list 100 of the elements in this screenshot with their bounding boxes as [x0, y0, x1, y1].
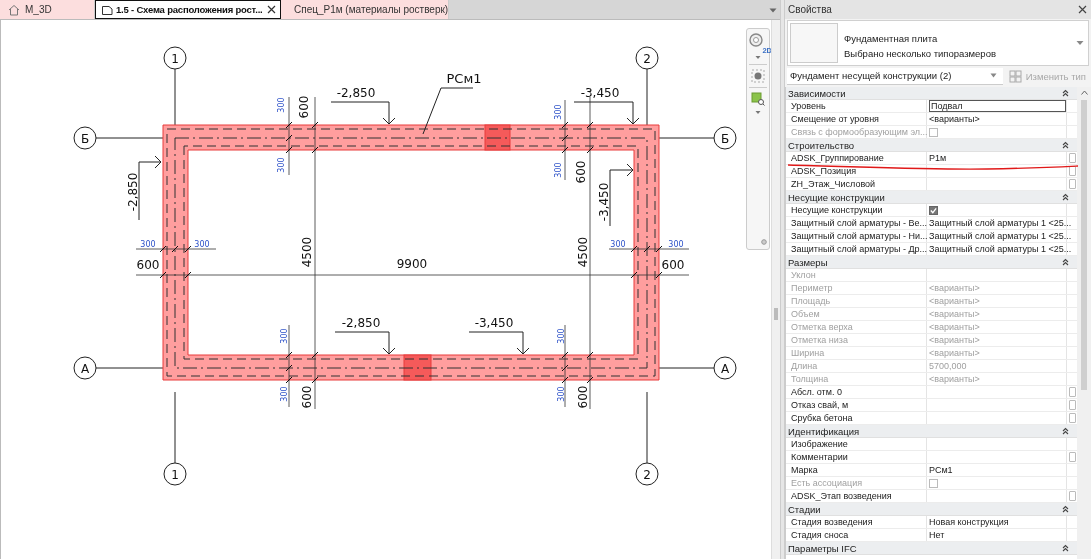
dimension-text: 300 — [279, 328, 289, 344]
dimension-text: 4500 — [576, 236, 590, 268]
category-header[interactable]: Несущие конструкции — [786, 191, 1077, 204]
level-mark-text: -2,850 — [336, 86, 376, 100]
edit-type-icon — [1008, 69, 1022, 83]
panel-title: Свойства — [788, 4, 832, 15]
tab-label: M_3D — [25, 4, 52, 15]
property-name: Несущие конструкции — [786, 204, 927, 216]
property-name: Есть ассоциация — [786, 477, 927, 489]
axis-bubble: 2 — [635, 46, 659, 70]
property-value[interactable]: <варианты> — [929, 113, 980, 125]
category-header[interactable]: Идентификация — [786, 425, 1077, 438]
category-title: Несущие конструкции — [788, 191, 885, 203]
dimension-text: 300 — [668, 239, 684, 249]
property-name: Защитный слой арматуры - Ве... — [786, 217, 927, 229]
property-value[interactable]: Р1м — [929, 152, 947, 164]
level-leader-line — [468, 331, 530, 355]
property-name: Уклон — [786, 269, 927, 281]
pan-icon — [751, 69, 765, 83]
property-name: Уровень — [786, 100, 927, 112]
vertical-scrollbar[interactable] — [771, 20, 780, 559]
tab-label: 1.5 - Схема расположения рост... — [116, 4, 263, 15]
property-name: Защитный слой арматуры - Др... — [786, 243, 927, 255]
checkbox[interactable] — [929, 205, 938, 215]
property-value[interactable]: Новая конструкция — [929, 516, 1009, 528]
wheel-icon — [749, 33, 763, 47]
property-name: Срубка бетона — [786, 412, 927, 424]
dimension-text: 600 — [136, 258, 160, 272]
level-leader-line — [573, 101, 640, 125]
category-title: Параметры IFC — [788, 542, 857, 554]
category-header[interactable]: Размеры — [786, 256, 1077, 269]
dimension-text: 600 — [576, 385, 590, 409]
category-header[interactable]: Зависимости — [786, 87, 1077, 100]
property-value[interactable]: Защитный слой арматуры 1 <25... — [929, 217, 1072, 229]
dimension-text: 600 — [297, 95, 311, 119]
level-mark-text: -2,850 — [126, 172, 140, 212]
dimension-text: 300 — [276, 97, 286, 113]
view-tab[interactable]: 1.5 - Схема расположения рост... — [95, 0, 281, 19]
dropdown-icon — [1076, 40, 1084, 46]
dimension-text: 9900 — [396, 257, 428, 271]
property-value[interactable]: Защитный слой арматуры 1 <25... — [929, 230, 1072, 242]
property-name: Отметка низа — [786, 334, 927, 346]
value-field[interactable]: Подвал — [929, 100, 1066, 112]
property-name: Отказ свай, м — [786, 399, 927, 411]
level-mark-text: -2,850 — [341, 316, 381, 330]
foundation-plan-drawing[interactable] — [162, 124, 660, 381]
property-name: Толщина — [786, 373, 927, 385]
panel-splitter[interactable] — [780, 0, 785, 559]
level-mark-text: -3,450 — [597, 182, 611, 222]
property-value[interactable]: РСм1 — [929, 464, 953, 476]
axis-bubble: Б — [73, 126, 97, 150]
property-name: ADSK_Этап возведения — [786, 490, 927, 502]
dimension-text: 300 — [556, 386, 566, 402]
property-name: Смещение от уровня — [786, 113, 927, 125]
dimension-text: 300 — [553, 104, 563, 120]
category-title: Размеры — [788, 256, 828, 268]
property-name: ZH_Этаж_Числовой — [786, 178, 927, 190]
category-title: Идентификация — [788, 425, 860, 437]
axis-bubble: 1 — [163, 462, 187, 486]
dimension-text: 300 — [276, 157, 286, 173]
level-leader-line — [138, 155, 162, 221]
category-title: Стадии — [788, 503, 821, 515]
dimension-text: 300 — [194, 239, 210, 249]
property-value[interactable]: Нет — [929, 529, 945, 541]
tab-label: Спец_Р1м (материалы ростверк) — [294, 4, 449, 15]
filter-label: Фундамент несущей конструкции (2) — [790, 70, 952, 81]
property-name: Площадь — [786, 295, 927, 307]
property-name: Защитный слой арматуры - Ни... — [786, 230, 927, 242]
property-name: Объем — [786, 308, 927, 320]
dimension-text: 300 — [610, 239, 626, 249]
property-value[interactable]: Защитный слой арматуры 1 <25... — [929, 243, 1072, 255]
category-header[interactable]: Строительство — [786, 139, 1077, 152]
property-name: ADSK_Позиция — [786, 165, 927, 177]
dropdown-icon — [989, 73, 997, 78]
family-name: Фундаментная плита — [844, 33, 939, 44]
zoom-icon — [751, 92, 765, 106]
property-name: Стадия возведения — [786, 516, 927, 528]
property-name: Длина — [786, 360, 927, 372]
dimension-text: 300 — [140, 239, 156, 249]
instance-filter-dropdown[interactable]: Фундамент несущей конструкции (2) — [787, 67, 1003, 85]
leader-line — [422, 87, 474, 135]
settings-icon — [761, 239, 767, 245]
view-tab[interactable]: M_3D — [0, 0, 95, 19]
view-tab[interactable]: Спец_Р1м (материалы ростверк) — [281, 0, 449, 19]
property-name: ADSK_Группирование — [786, 152, 927, 164]
category-header[interactable]: Стадии — [786, 503, 1077, 516]
property-name: Изображение — [786, 438, 927, 450]
type-selector[interactable]: Фундаментная плита Выбрано несколько типоразмеров — [787, 20, 1089, 66]
property-name: Марка — [786, 464, 927, 476]
category-header[interactable]: Параметры IFC — [786, 542, 1077, 555]
category-title: Зависимости — [788, 87, 846, 99]
axis-bubble: 1 — [163, 46, 187, 70]
mark-tag: РСм1 — [446, 70, 482, 86]
type-name: Выбрано несколько типоразмеров — [844, 48, 997, 59]
property-name: Ширина — [786, 347, 927, 359]
scroll-up-icon — [1080, 90, 1088, 95]
associate-parameter-button[interactable] — [1069, 166, 1076, 176]
dropdown-icon — [755, 110, 761, 115]
checkmark-icon — [930, 206, 937, 214]
property-name: Периметр — [786, 282, 927, 294]
